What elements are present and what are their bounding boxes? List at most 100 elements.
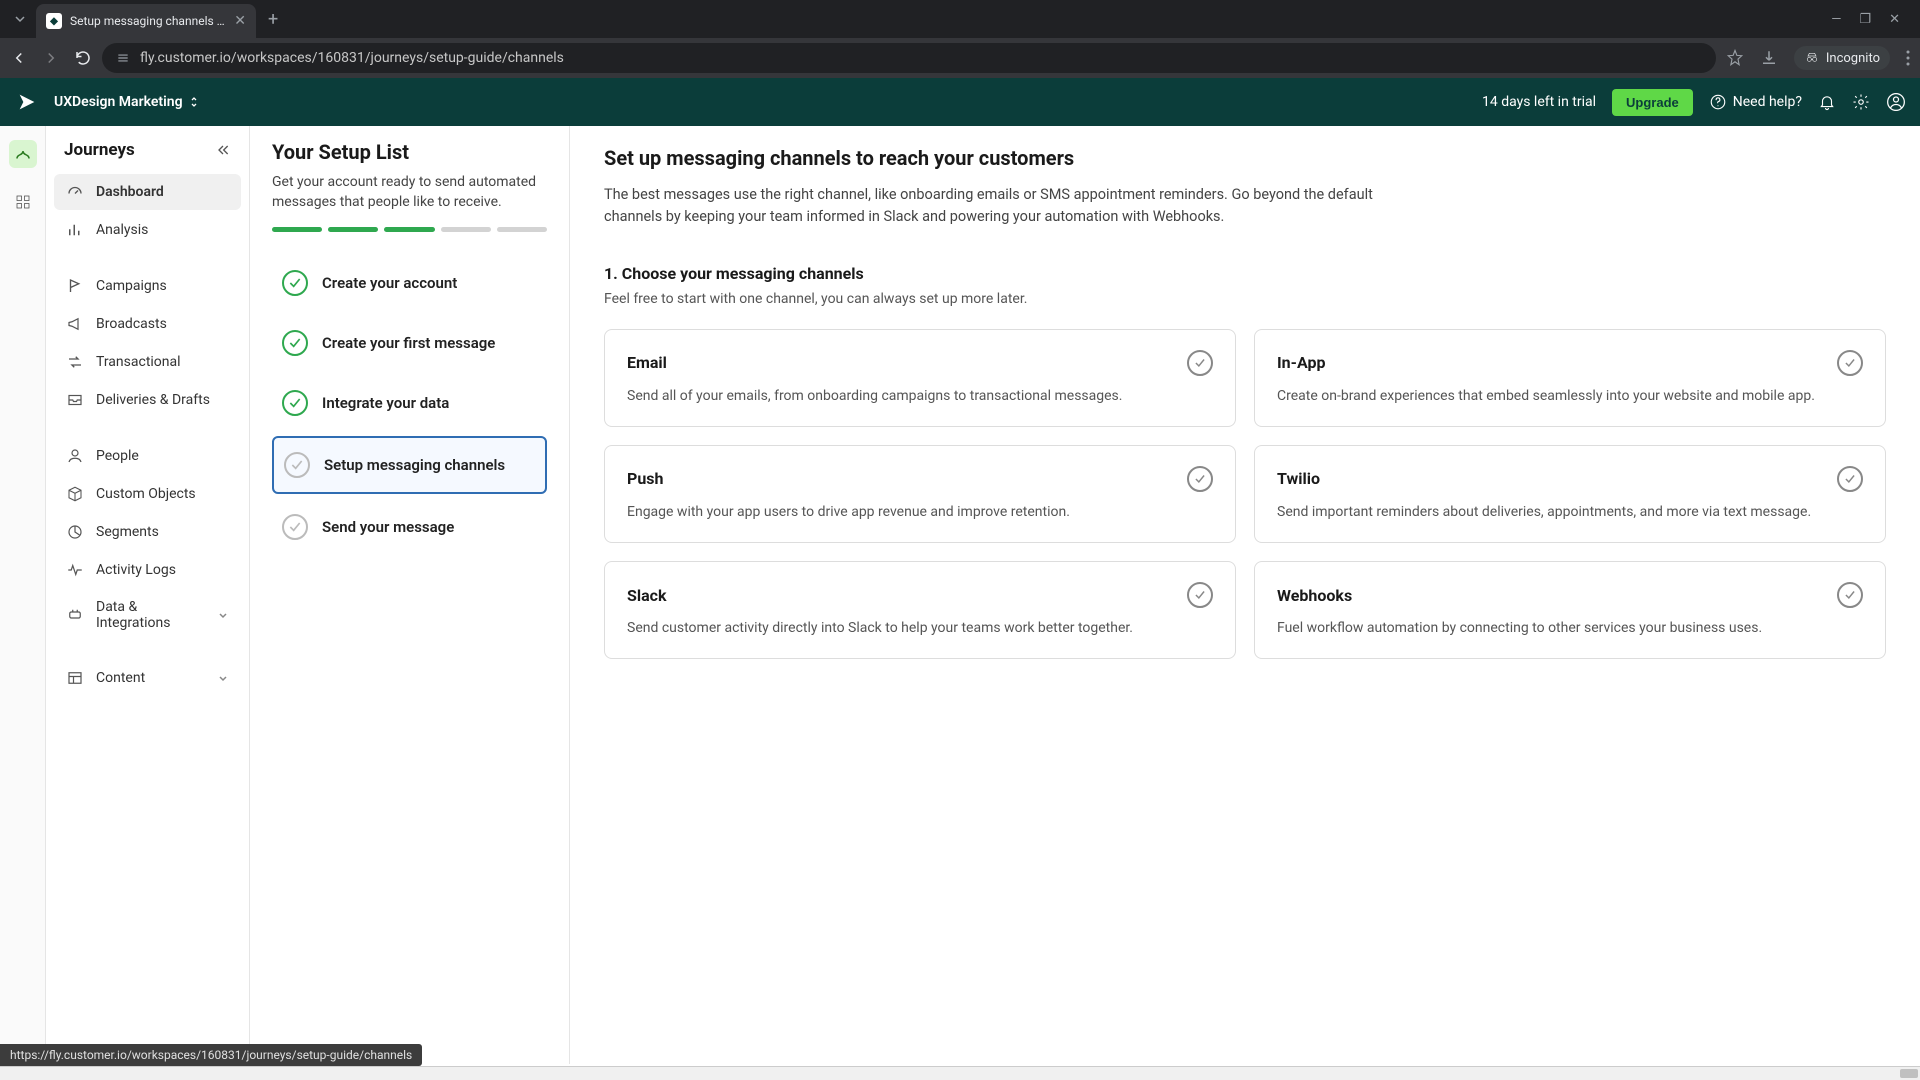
browser-tab[interactable]: ◆ Setup messaging channels | Set ✕ [36, 4, 256, 38]
minimize-icon[interactable]: ― [1831, 12, 1841, 27]
check-circle-icon [1837, 466, 1863, 492]
window-controls: ― ❐ ✕ [1831, 12, 1912, 27]
incognito-badge[interactable]: Incognito [1794, 46, 1890, 70]
step-send-message[interactable]: Send your message [272, 500, 547, 554]
section-desc: Feel free to start with one channel, you… [604, 291, 1886, 307]
main-desc: The best messages use the right channel,… [604, 184, 1424, 228]
channel-twilio[interactable]: Twilio Send important reminders about de… [1254, 445, 1886, 543]
tab-title: Setup messaging channels | Set [70, 14, 226, 28]
updown-icon [189, 95, 199, 109]
download-icon[interactable] [1760, 49, 1778, 67]
nav-custom-objects[interactable]: Custom Objects [54, 476, 241, 512]
journeys-icon [14, 145, 32, 163]
nav-deliveries[interactable]: Deliveries & Drafts [54, 382, 241, 418]
favicon-icon: ◆ [46, 13, 62, 29]
nav-data-integrations[interactable]: Data & Integrations [54, 590, 241, 640]
main-content: Set up messaging channels to reach your … [570, 126, 1920, 1064]
url-bar: fly.customer.io/workspaces/160831/journe… [0, 38, 1920, 78]
nav-rail [0, 126, 46, 1064]
nav-broadcasts[interactable]: Broadcasts [54, 306, 241, 342]
rail-journeys[interactable] [9, 140, 37, 168]
channel-slack[interactable]: Slack Send customer activity directly in… [604, 561, 1236, 659]
chevron-down-icon [14, 13, 26, 25]
sidebar-title: Journeys [64, 140, 135, 160]
trial-text: 14 days left in trial [1482, 94, 1596, 110]
check-circle-icon [284, 452, 310, 478]
step-integrate-data[interactable]: Integrate your data [272, 376, 547, 430]
setup-panel: Your Setup List Get your account ready t… [250, 126, 570, 1064]
reload-icon[interactable] [74, 49, 92, 67]
check-circle-icon [282, 390, 308, 416]
nav-dashboard[interactable]: Dashboard [54, 174, 241, 210]
step-first-message[interactable]: Create your first message [272, 316, 547, 370]
workspace-switcher[interactable]: UXDesign Marketing [54, 94, 199, 110]
horizontal-scrollbar[interactable] [0, 1066, 1920, 1080]
logo-icon [16, 91, 38, 113]
status-bar: https://fly.customer.io/workspaces/16083… [0, 1044, 422, 1066]
close-window-icon[interactable]: ✕ [1889, 12, 1900, 27]
settings-button[interactable] [1852, 93, 1870, 111]
check-circle-icon [1187, 582, 1213, 608]
bookmark-icon[interactable] [1726, 49, 1744, 67]
nav-content[interactable]: Content [54, 660, 241, 696]
profile-button[interactable] [1886, 92, 1906, 112]
channel-grid: Email Send all of your emails, from onbo… [604, 329, 1886, 660]
setup-desc: Get your account ready to send automated… [272, 172, 547, 213]
maximize-icon[interactable]: ❐ [1859, 12, 1871, 27]
channel-inapp[interactable]: In-App Create on-brand experiences that … [1254, 329, 1886, 427]
check-circle-icon [282, 514, 308, 540]
check-circle-icon [282, 330, 308, 356]
collapse-sidebar-button[interactable] [215, 142, 231, 158]
main-title: Set up messaging channels to reach your … [604, 146, 1886, 170]
chart-icon [66, 221, 84, 239]
url-field[interactable]: fly.customer.io/workspaces/160831/journe… [102, 43, 1716, 73]
check-circle-icon [1187, 466, 1213, 492]
notifications-button[interactable] [1818, 93, 1836, 111]
new-tab-button[interactable]: + [260, 9, 286, 30]
grid-icon [14, 193, 32, 211]
check-circle-icon [1837, 582, 1863, 608]
app-logo[interactable] [14, 89, 40, 115]
browser-menu-icon[interactable] [1906, 50, 1910, 66]
nav-campaigns[interactable]: Campaigns [54, 268, 241, 304]
tab-search-dropdown[interactable] [8, 7, 32, 31]
help-icon [1709, 93, 1727, 111]
browser-chrome: ◆ Setup messaging channels | Set ✕ + ― ❐… [0, 0, 1920, 78]
megaphone-icon [66, 315, 84, 333]
plug-icon [66, 606, 84, 624]
user-icon [66, 447, 84, 465]
channel-email[interactable]: Email Send all of your emails, from onbo… [604, 329, 1236, 427]
site-settings-icon[interactable] [116, 51, 130, 65]
bell-icon [1818, 93, 1836, 111]
step-create-account[interactable]: Create your account [272, 256, 547, 310]
pulse-icon [66, 561, 84, 579]
url-text: fly.customer.io/workspaces/160831/journe… [140, 50, 564, 66]
rail-secondary[interactable] [9, 188, 37, 216]
nav-people[interactable]: People [54, 438, 241, 474]
gear-icon [1852, 93, 1870, 111]
check-circle-icon [1187, 350, 1213, 376]
close-icon[interactable]: ✕ [234, 13, 246, 29]
incognito-icon [1804, 50, 1820, 66]
need-help-link[interactable]: Need help? [1709, 93, 1802, 111]
cube-icon [66, 485, 84, 503]
layout-icon [66, 669, 84, 687]
nav-activity-logs[interactable]: Activity Logs [54, 552, 241, 588]
app-body: Journeys Dashboard Analysis Campaigns Br… [0, 126, 1920, 1064]
channel-push[interactable]: Push Engage with your app users to drive… [604, 445, 1236, 543]
nav-segments[interactable]: Segments [54, 514, 241, 550]
check-circle-icon [1837, 350, 1863, 376]
forward-icon[interactable] [42, 49, 60, 67]
pie-icon [66, 523, 84, 541]
sidebar: Journeys Dashboard Analysis Campaigns Br… [46, 126, 250, 1064]
nav-analysis[interactable]: Analysis [54, 212, 241, 248]
step-messaging-channels[interactable]: Setup messaging channels [272, 436, 547, 494]
flag-icon [66, 277, 84, 295]
user-icon [1886, 92, 1906, 112]
arrows-icon [66, 353, 84, 371]
upgrade-button[interactable]: Upgrade [1612, 89, 1693, 116]
nav-transactional[interactable]: Transactional [54, 344, 241, 380]
app-header: UXDesign Marketing 14 days left in trial… [0, 78, 1920, 126]
channel-webhooks[interactable]: Webhooks Fuel workflow automation by con… [1254, 561, 1886, 659]
back-icon[interactable] [10, 49, 28, 67]
